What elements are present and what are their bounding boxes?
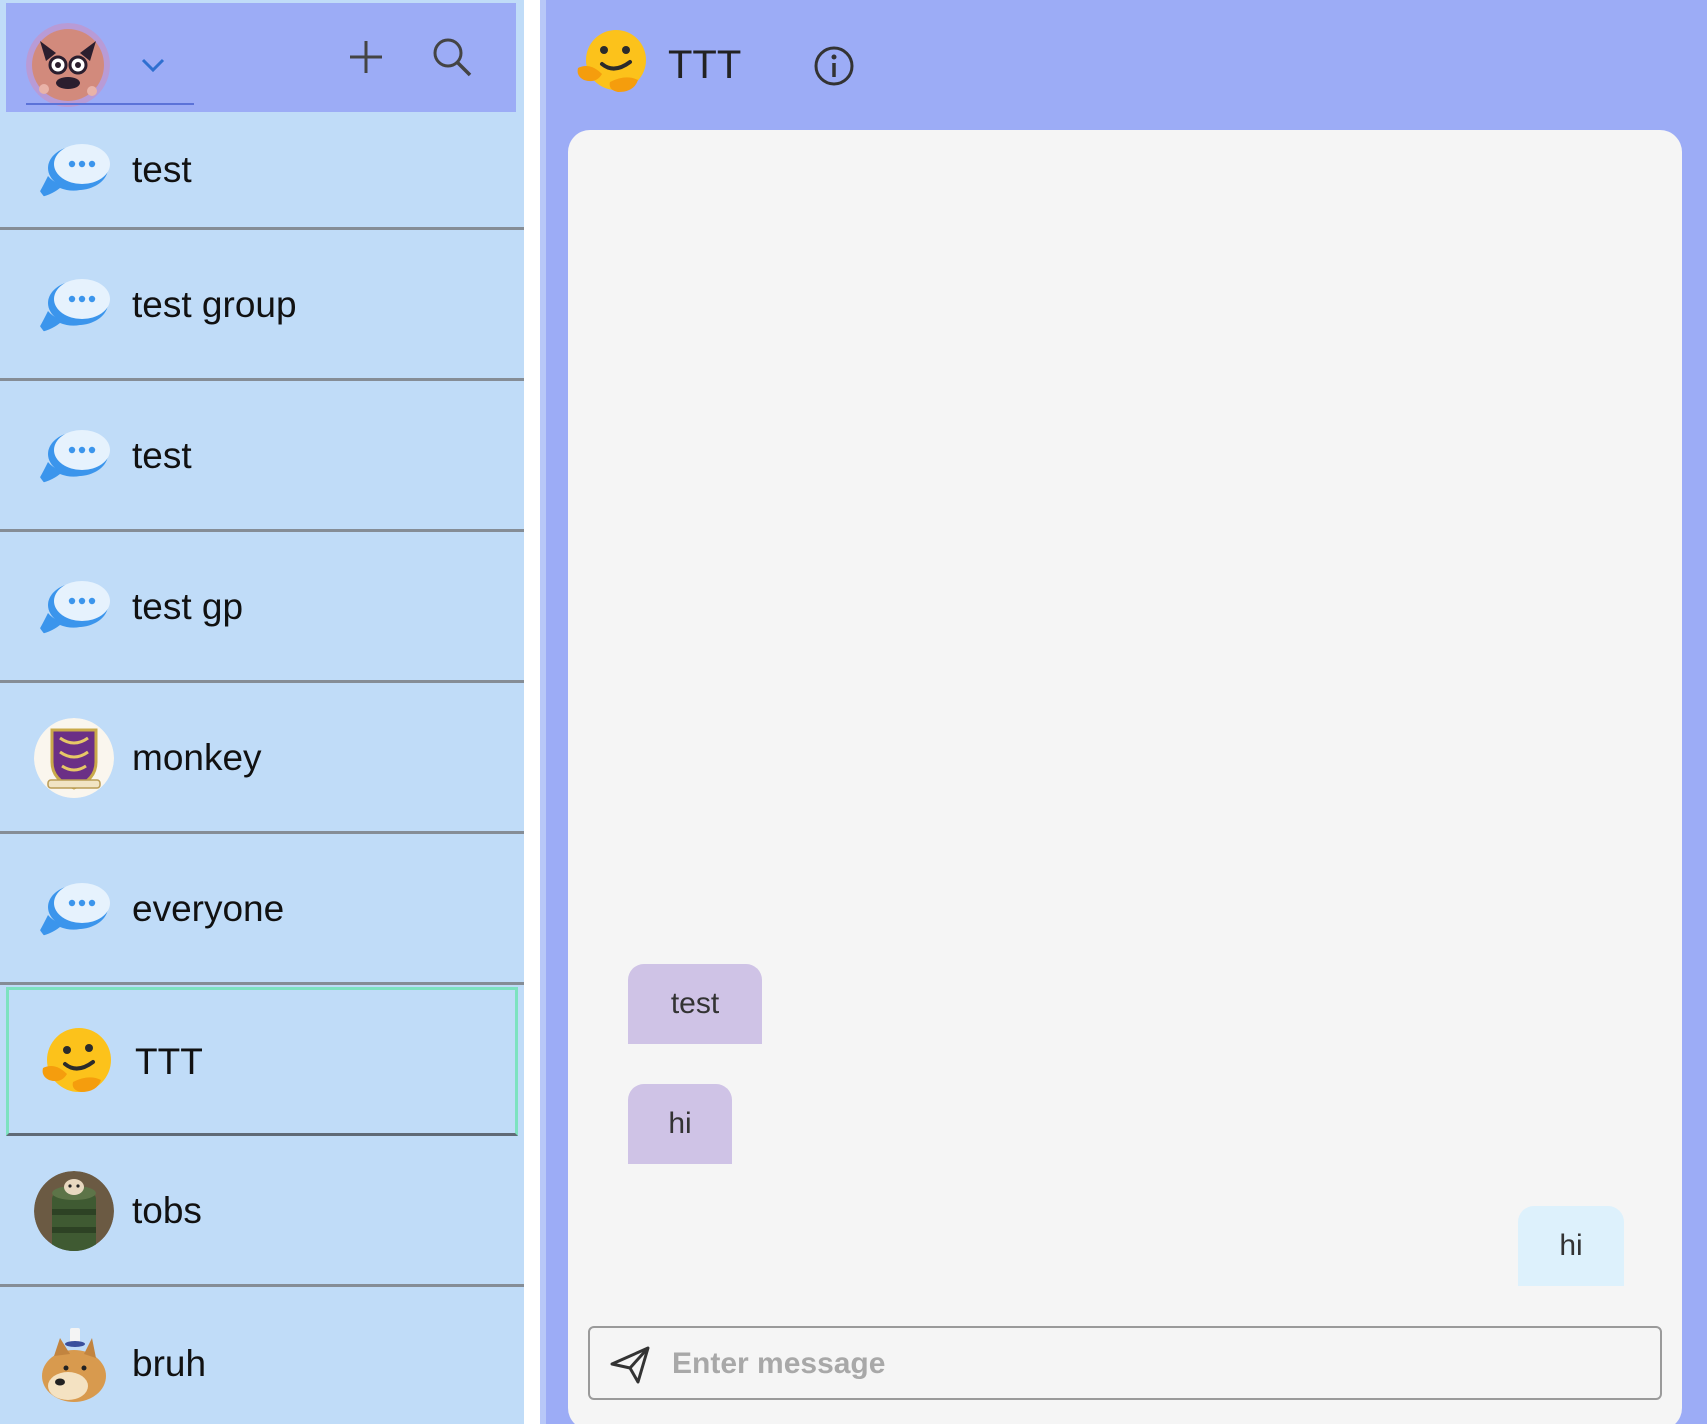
chat-item-label: test [132, 148, 192, 190]
message-composer [588, 1326, 1662, 1400]
chat-item-bruh[interactable]: bruh [0, 1289, 524, 1424]
room-title: TTT [668, 43, 742, 87]
chat-bubble-icon [34, 869, 114, 949]
chat-item-label: test [132, 435, 192, 476]
sidebar-header [6, 3, 516, 112]
room-header: TTT [540, 0, 1707, 128]
message-text: hi [1559, 1229, 1583, 1262]
chat-item-monkey[interactable]: monkey [0, 685, 524, 834]
chat-item-test-2[interactable]: test [0, 383, 524, 532]
account-underline [26, 103, 194, 105]
chat-item-label: tobs [132, 1190, 202, 1231]
pane-divider [524, 0, 540, 1424]
message-bubble-incoming: hi [628, 1084, 732, 1164]
chat-sidebar: test test group test test gp monkey ever… [0, 0, 524, 1424]
chat-item-label: test gp [132, 586, 244, 627]
cat-in-can-avatar [34, 1171, 114, 1251]
chat-item-tobs[interactable]: tobs [0, 1138, 524, 1287]
chat-bubble-icon [34, 130, 114, 210]
chat-bubble-icon [34, 567, 114, 647]
fox-avatar-icon[interactable] [26, 23, 110, 107]
chat-item-test-group[interactable]: test group [0, 232, 524, 381]
chat-bubble-icon [34, 265, 114, 345]
chat-room: TTT test hi hi [540, 0, 1707, 1424]
message-text: test [670, 987, 720, 1020]
hugging-face-emoji [572, 28, 652, 100]
pane-edge [540, 0, 546, 1424]
chat-item-ttt[interactable]: TTT [6, 987, 518, 1136]
search-icon[interactable] [428, 33, 476, 81]
hugging-face-emoji [37, 1022, 117, 1102]
chat-bubble-icon [34, 416, 114, 496]
message-input[interactable] [670, 1336, 1634, 1392]
chat-item-label: monkey [132, 737, 262, 778]
chat-item-test-gp[interactable]: test gp [0, 534, 524, 683]
chevron-down-icon[interactable] [138, 53, 168, 77]
message-text: hi [668, 1107, 692, 1140]
chat-item-test[interactable]: test [0, 112, 524, 230]
chat-item-label: TTT [135, 1040, 203, 1082]
info-icon[interactable] [812, 44, 856, 88]
send-icon[interactable] [608, 1342, 652, 1386]
plus-icon[interactable] [342, 33, 390, 81]
doge-avatar [34, 1323, 114, 1404]
message-panel: test hi hi [568, 130, 1682, 1424]
crest-avatar [34, 718, 114, 798]
chat-list: test test group test test gp monkey ever… [0, 112, 524, 1424]
message-bubble-incoming: test [628, 964, 762, 1044]
message-bubble-outgoing: hi [1518, 1206, 1624, 1286]
chat-item-label: bruh [132, 1342, 207, 1384]
chat-item-everyone[interactable]: everyone [0, 836, 524, 985]
chat-item-label: test group [132, 284, 297, 325]
chat-item-label: everyone [132, 888, 285, 929]
